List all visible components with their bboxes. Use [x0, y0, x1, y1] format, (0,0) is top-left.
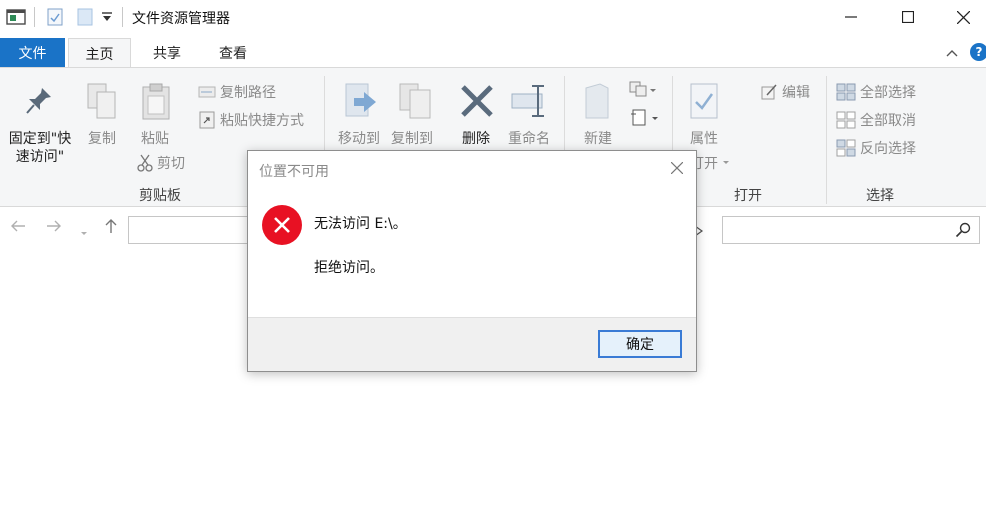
forward-arrow-icon[interactable] [46, 218, 62, 237]
new-item-icon[interactable] [628, 80, 658, 104]
move-to-button[interactable]: 移动到 [333, 130, 385, 148]
error-icon [262, 205, 302, 245]
copy-to-button[interactable]: 复制到 [386, 130, 438, 148]
paste-shortcut-button[interactable]: 粘贴快捷方式 [198, 110, 304, 130]
easy-access-icon[interactable] [630, 108, 660, 132]
title-separator [122, 7, 123, 27]
tab-home[interactable]: 主页 [68, 38, 131, 69]
paste-shortcut-label: 粘贴快捷方式 [220, 113, 304, 129]
chevron-down-icon [723, 161, 729, 164]
pin-label-line2: 速访问" [15, 149, 65, 165]
invert-selection-icon [836, 139, 856, 157]
select-all-icon [836, 83, 856, 101]
select-none-label: 全部取消 [860, 113, 916, 129]
cut-label: 剪切 [157, 156, 185, 172]
select-group-label: 选择 [866, 188, 894, 204]
minimize-icon [845, 16, 857, 18]
title-separator [34, 7, 35, 27]
cut-button[interactable]: 剪切 [137, 153, 185, 173]
clipboard-group-label: 剪贴板 [139, 188, 181, 204]
back-arrow-icon[interactable] [10, 218, 26, 237]
error-message: 无法访问 E:\。 [314, 216, 407, 232]
search-icon [955, 222, 971, 242]
copy-icon [86, 82, 118, 126]
minimize-button[interactable] [828, 0, 874, 34]
error-detail: 拒绝访问。 [314, 260, 384, 276]
move-to-icon [342, 82, 378, 126]
properties-quick-icon[interactable] [46, 8, 64, 26]
close-button[interactable] [940, 0, 986, 34]
properties-button[interactable]: 属性 [684, 130, 724, 148]
invert-selection-label: 反向选择 [860, 141, 916, 157]
address-bar[interactable] [128, 216, 248, 244]
ok-button[interactable]: 确定 [598, 330, 682, 358]
dialog-footer: 确定 [248, 317, 696, 371]
pin-label-line1: 固定到"快 [8, 131, 72, 147]
rename-button[interactable]: 重命名 [503, 130, 555, 148]
scissors-icon [137, 154, 153, 172]
maximize-icon [902, 11, 914, 23]
recent-locations-icon[interactable] [80, 222, 88, 241]
help-icon[interactable]: ? [970, 43, 986, 61]
new-folder-quick-icon[interactable] [76, 8, 94, 26]
close-icon [671, 162, 683, 174]
invert-selection-button[interactable]: 反向选择 [836, 138, 916, 158]
pin-icon [25, 86, 53, 120]
copy-path-button[interactable]: 复制路径 [198, 82, 276, 102]
copy-to-icon [398, 82, 434, 126]
select-none-icon [836, 111, 856, 129]
tab-share[interactable]: 共享 [142, 38, 192, 68]
select-all-label: 全部选择 [860, 85, 916, 101]
delete-button[interactable]: 删除 [455, 130, 497, 148]
copy-path-icon [198, 86, 216, 98]
tab-view[interactable]: 查看 [208, 38, 258, 68]
open-group-label: 打开 [734, 188, 762, 204]
collapse-ribbon-icon[interactable] [946, 46, 958, 60]
app-window-icon[interactable] [6, 8, 26, 26]
ribbon-tabs: 文件 主页 共享 查看 [0, 34, 986, 69]
paste-shortcut-icon [199, 111, 215, 129]
search-input[interactable] [722, 216, 980, 244]
error-dialog: 位置不可用 无法访问 E:\。 拒绝访问。 确定 [247, 150, 697, 372]
dialog-close-button[interactable] [664, 157, 690, 179]
maximize-button[interactable] [885, 0, 931, 34]
copy-button[interactable]: 复制 [84, 130, 120, 148]
edit-button[interactable]: 编辑 [760, 82, 810, 102]
close-icon [956, 10, 970, 24]
title-bar: 文件资源管理器 [0, 0, 986, 34]
tab-file[interactable]: 文件 [0, 38, 65, 68]
select-none-button[interactable]: 全部取消 [836, 110, 916, 130]
pin-to-quick-access-button[interactable]: 固定到"快 速访问" [4, 130, 76, 166]
copy-path-label: 复制路径 [220, 85, 276, 101]
delete-icon [460, 84, 494, 122]
paste-button[interactable]: 粘贴 [137, 130, 173, 148]
new-folder-icon [582, 82, 612, 126]
new-button[interactable]: 新建 [578, 130, 618, 148]
edit-label: 编辑 [782, 85, 810, 101]
edit-icon [761, 84, 777, 100]
customize-quick-access-icon[interactable] [100, 10, 114, 28]
paste-icon [140, 82, 172, 126]
properties-icon [688, 82, 720, 126]
dialog-title: 位置不可用 [259, 164, 329, 180]
select-all-button[interactable]: 全部选择 [836, 82, 916, 102]
window-title: 文件资源管理器 [132, 11, 230, 27]
group-separator [826, 76, 827, 204]
rename-icon [510, 82, 550, 126]
up-arrow-icon[interactable] [104, 218, 118, 238]
